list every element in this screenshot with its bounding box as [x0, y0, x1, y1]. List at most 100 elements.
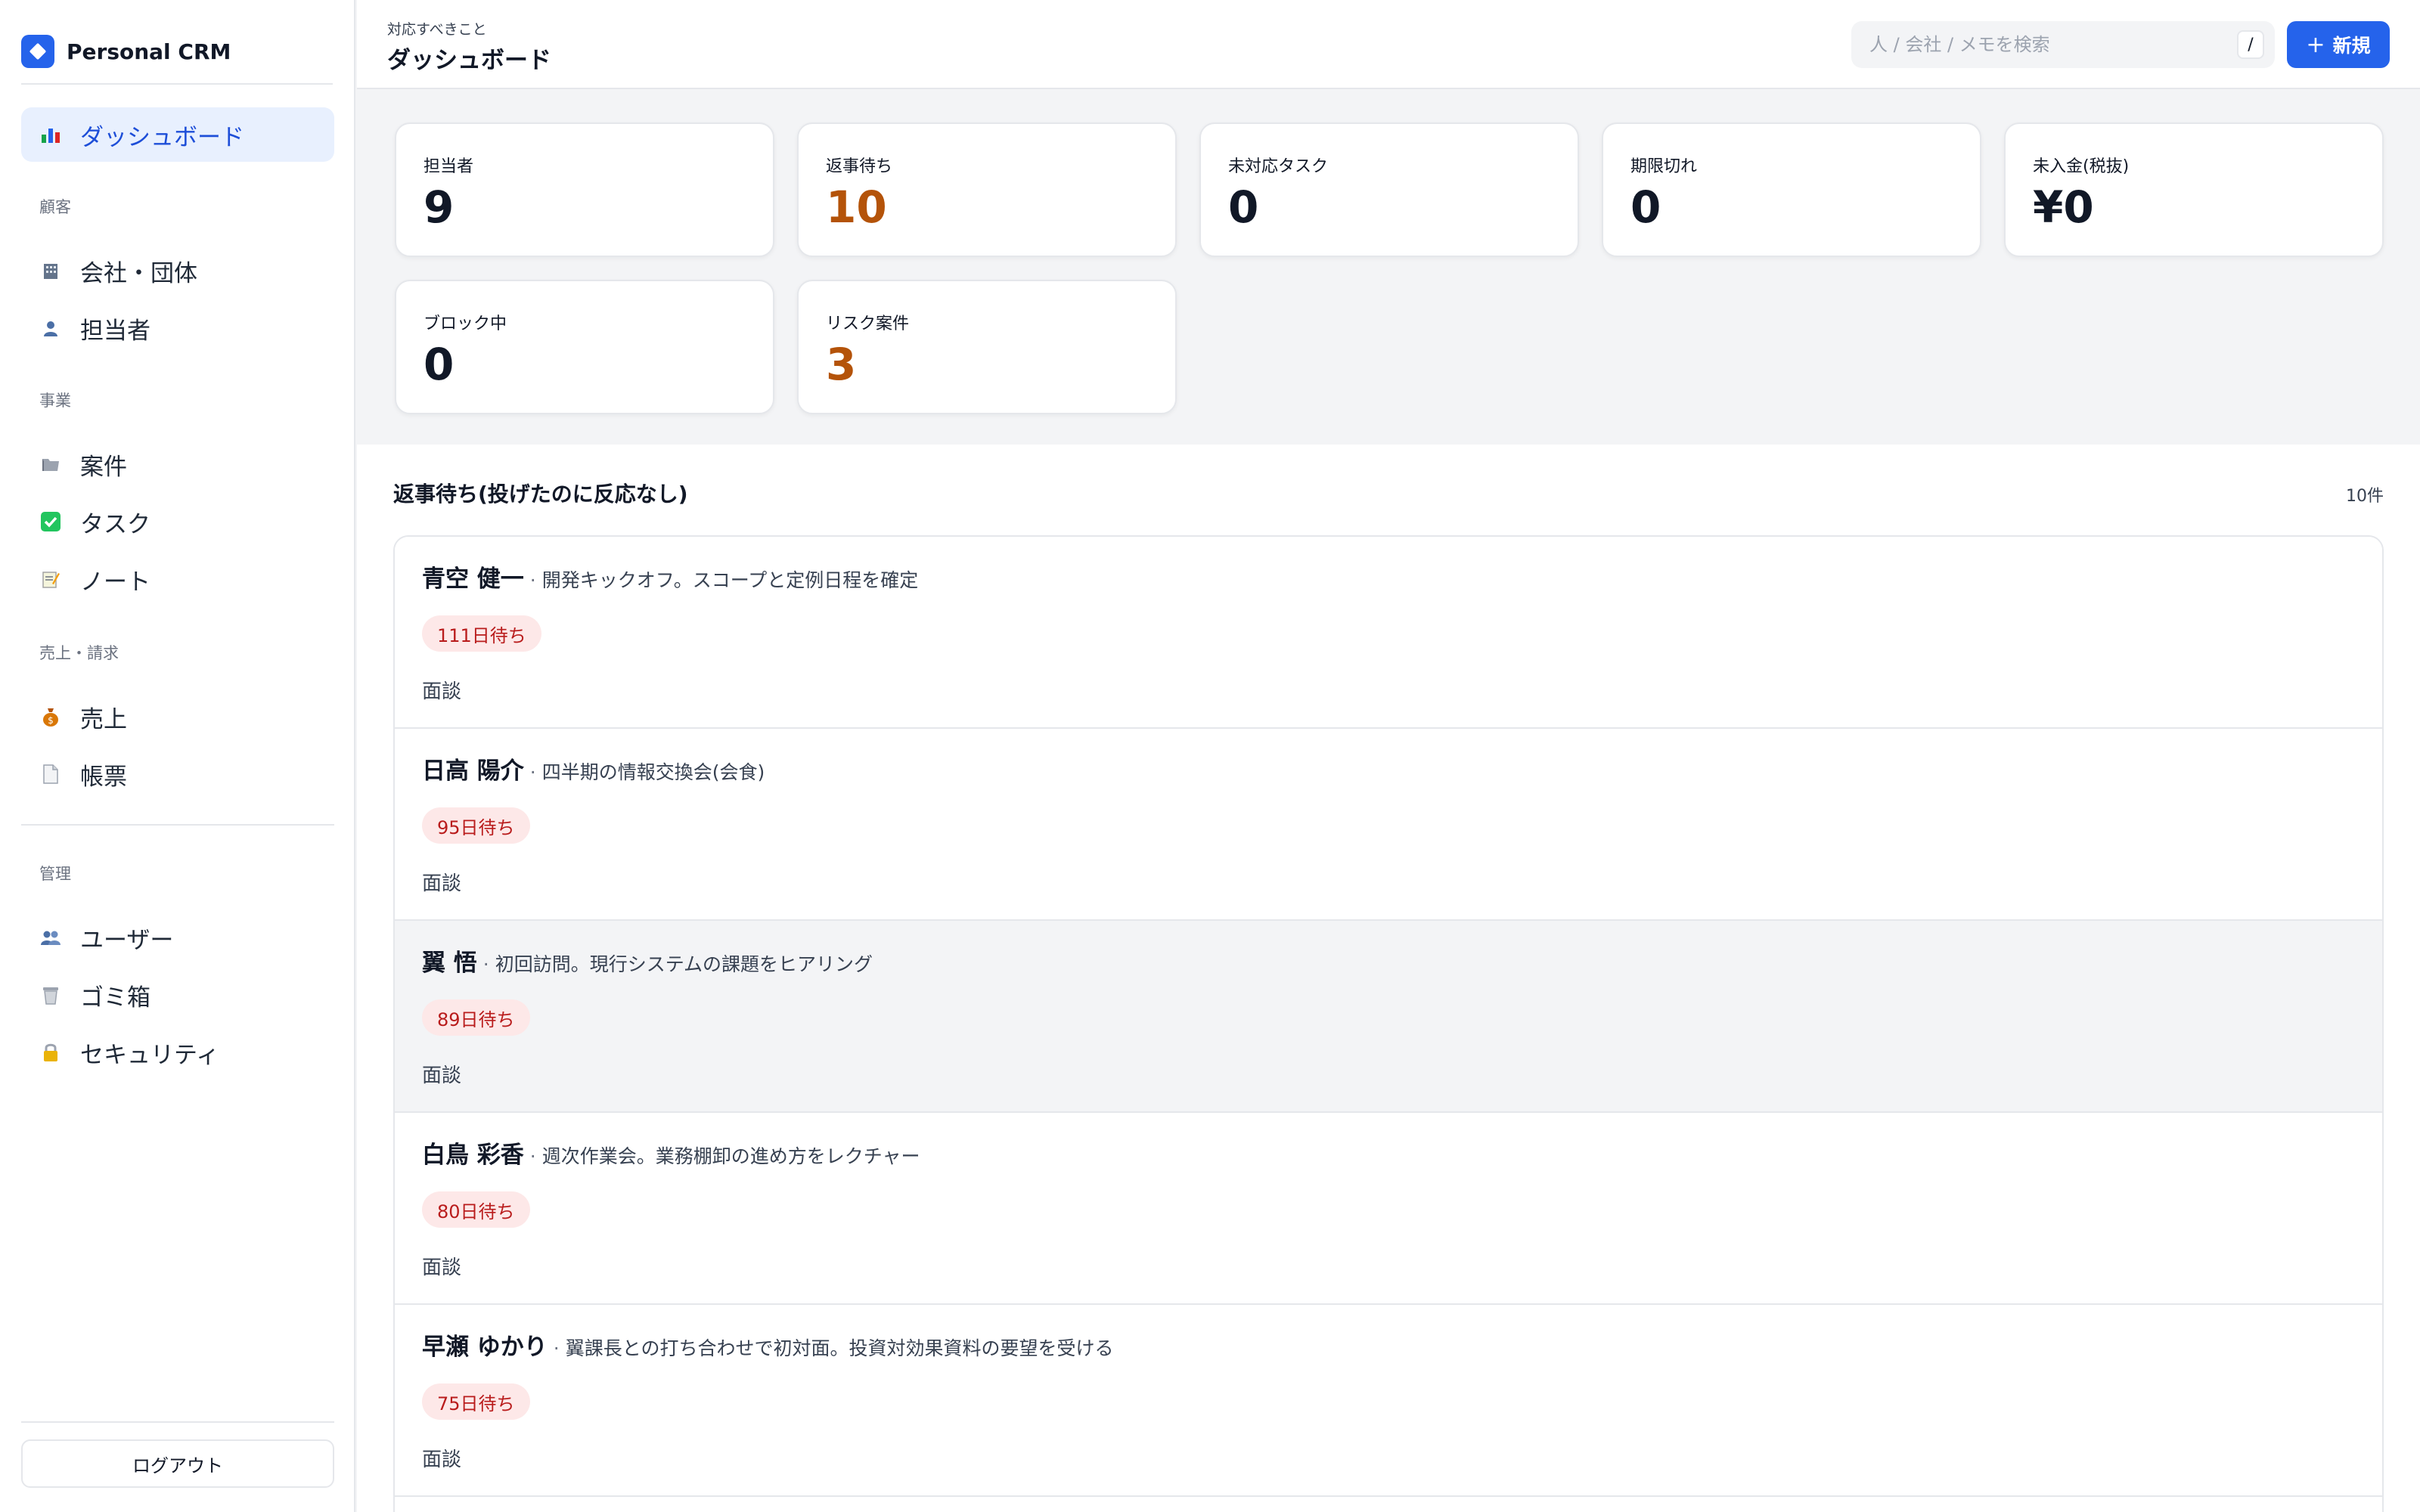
- sidebar-item-label: 売上: [80, 705, 127, 733]
- sidebar-item-trash[interactable]: ゴミ箱: [21, 968, 334, 1022]
- plus-icon: +: [2306, 31, 2325, 58]
- waiting-days-badge: 89日待ち: [422, 999, 530, 1036]
- sidebar-item-label: セキュリティ: [80, 1041, 220, 1069]
- activity-description: 翼課長との打ち合わせで初対面。投資対効果資料の要望を受ける: [565, 1337, 1114, 1359]
- office-building-icon: [39, 259, 62, 282]
- person-icon: [39, 317, 62, 339]
- page-subtitle: 対応すべきこと: [387, 21, 487, 38]
- stat-card-risk-deals[interactable]: リスク案件 3: [797, 280, 1177, 414]
- stat-label: 未対応タスク: [1228, 157, 1329, 176]
- search-box[interactable]: /: [1851, 21, 2275, 68]
- contact-name: 翼 悟: [422, 950, 477, 977]
- section-title: 返事待ち(投げたのに反応なし): [393, 482, 688, 507]
- separator: ·: [529, 761, 536, 783]
- activity-type: 面談: [422, 1448, 462, 1471]
- awaiting-reply-section: 返事待ち(投げたのに反応なし) 10件 青空 健一 · 開発キックオフ。スコープ…: [357, 445, 2420, 1512]
- awaiting-reply-list: 青空 健一 · 開発キックオフ。スコープと定例日程を確定 111日待ち 面談 日…: [393, 535, 2384, 1512]
- stat-card-unpaid[interactable]: 未入金(税抜) ¥0: [2004, 122, 2384, 257]
- sidebar-item-dashboard[interactable]: ダッシュボード: [21, 107, 334, 162]
- stat-value: 0: [1228, 181, 1259, 233]
- sidebar-item-notes[interactable]: ノート: [21, 552, 334, 606]
- stat-value: 9: [424, 181, 455, 233]
- stat-label: 担当者: [424, 157, 474, 176]
- activity-description: 開発キックオフ。スコープと定例日程を確定: [541, 569, 919, 591]
- sidebar-item-label: ゴミ箱: [80, 984, 150, 1012]
- sidebar-item-sales[interactable]: $ 売上: [21, 689, 334, 744]
- activity-type: 面談: [422, 680, 462, 703]
- stat-label: 返事待ち: [826, 157, 893, 176]
- stat-label: 未入金(税抜): [2033, 157, 2130, 176]
- sidebar-item-label: 帳票: [80, 763, 127, 791]
- search-shortcut-key: /: [2237, 30, 2264, 59]
- logout-button[interactable]: ログアウト: [21, 1439, 334, 1488]
- document-icon: [39, 763, 62, 785]
- item-count: 10件: [2346, 487, 2384, 506]
- page-title: ダッシュボード: [387, 47, 551, 74]
- stat-value: 10: [826, 181, 887, 233]
- activity-description: 初回訪問。現行システムの課題をヒアリング: [495, 953, 873, 975]
- list-item[interactable]: 青空 健一 · 開発キックオフ。スコープと定例日程を確定 111日待ち 面談: [395, 537, 2382, 729]
- sidebar-item-security[interactable]: セキュリティ: [21, 1025, 334, 1080]
- sidebar-item-documents[interactable]: 帳票: [21, 747, 334, 801]
- section-admin: 管理: [39, 865, 71, 883]
- activity-type: 面談: [422, 872, 462, 895]
- activity-type: 面談: [422, 1064, 462, 1087]
- separator: ·: [482, 953, 489, 975]
- list-item[interactable]: 翼 悟 · 初回訪問。現行システムの課題をヒアリング 89日待ち 面談: [395, 921, 2382, 1113]
- sidebar: Personal CRM ダッシュボード 顧客 会社・団体 担当者 事業 案件 …: [0, 0, 355, 1512]
- sidebar-item-companies[interactable]: 会社・団体: [21, 243, 334, 298]
- stat-card-contacts[interactable]: 担当者 9: [395, 122, 774, 257]
- sidebar-item-label: ユーザー: [80, 926, 174, 954]
- stat-card-overdue[interactable]: 期限切れ 0: [1602, 122, 1981, 257]
- top-header: 対応すべきこと ダッシュボード / + 新規: [357, 0, 2420, 89]
- search-input[interactable]: [1851, 21, 2275, 68]
- sidebar-item-contacts[interactable]: 担当者: [21, 301, 334, 355]
- separator: ·: [529, 1145, 536, 1167]
- activity-description: 四半期の情報交換会(会食): [541, 761, 765, 783]
- stat-value: 0: [424, 339, 455, 390]
- trash-icon: [39, 984, 62, 1006]
- svg-text:$: $: [48, 715, 54, 726]
- stat-card-blocked[interactable]: ブロック中 0: [395, 280, 774, 414]
- contact-name: 日高 陽介: [422, 758, 524, 785]
- stat-label: 期限切れ: [1630, 157, 1698, 176]
- sidebar-item-label: 会社・団体: [80, 259, 197, 287]
- waiting-days-badge: 75日待ち: [422, 1383, 530, 1420]
- app-logo-icon: [21, 35, 54, 68]
- list-item[interactable]: 日高 陽介 · 四半期の情報交換会(会食) 95日待ち 面談: [395, 729, 2382, 921]
- sidebar-item-label: 案件: [80, 453, 127, 481]
- section-sales: 売上・請求: [39, 644, 119, 662]
- stat-value: ¥0: [2033, 181, 2094, 233]
- money-bag-icon: $: [39, 705, 62, 728]
- users-icon: [39, 926, 62, 949]
- sidebar-item-users[interactable]: ユーザー: [21, 910, 334, 965]
- app-name: Personal CRM: [67, 39, 231, 64]
- sidebar-item-label: ダッシュボード: [80, 123, 244, 151]
- section-business: 事業: [39, 392, 71, 410]
- sidebar-item-tasks[interactable]: タスク: [21, 494, 334, 549]
- list-item[interactable]: 白鳥 彩香 · 週次作業会。業務棚卸の進め方をレクチャー 80日待ち 面談: [395, 1113, 2382, 1305]
- folder-icon: [39, 453, 62, 476]
- sidebar-item-label: タスク: [80, 510, 150, 538]
- sidebar-item-label: 担当者: [80, 317, 150, 345]
- waiting-days-badge: 111日待ち: [422, 615, 541, 652]
- lock-icon: [39, 1041, 62, 1064]
- stat-value: 3: [826, 339, 857, 390]
- contact-name: 早瀬 ゆかり: [422, 1334, 548, 1361]
- check-box-icon: [39, 510, 62, 533]
- waiting-days-badge: 80日待ち: [422, 1191, 530, 1228]
- stat-card-open-tasks[interactable]: 未対応タスク 0: [1199, 122, 1579, 257]
- activity-description: 週次作業会。業務棚卸の進め方をレクチャー: [541, 1145, 920, 1167]
- stat-value: 0: [1630, 181, 1661, 233]
- section-customers: 顧客: [39, 198, 71, 216]
- waiting-days-badge: 95日待ち: [422, 807, 530, 844]
- new-button[interactable]: + 新規: [2287, 21, 2390, 68]
- sidebar-divider: [21, 824, 334, 826]
- sidebar-item-deals[interactable]: 案件: [21, 437, 334, 491]
- stat-card-awaiting-reply[interactable]: 返事待ち 10: [797, 122, 1177, 257]
- separator: ·: [529, 569, 536, 591]
- contact-name: 白鳥 彩香: [422, 1142, 524, 1169]
- new-button-label: 新規: [2332, 35, 2371, 57]
- list-item[interactable]: 早瀬 ゆかり · 翼課長との打ち合わせで初対面。投資対効果資料の要望を受ける 7…: [395, 1305, 2382, 1497]
- brand[interactable]: Personal CRM: [21, 20, 333, 85]
